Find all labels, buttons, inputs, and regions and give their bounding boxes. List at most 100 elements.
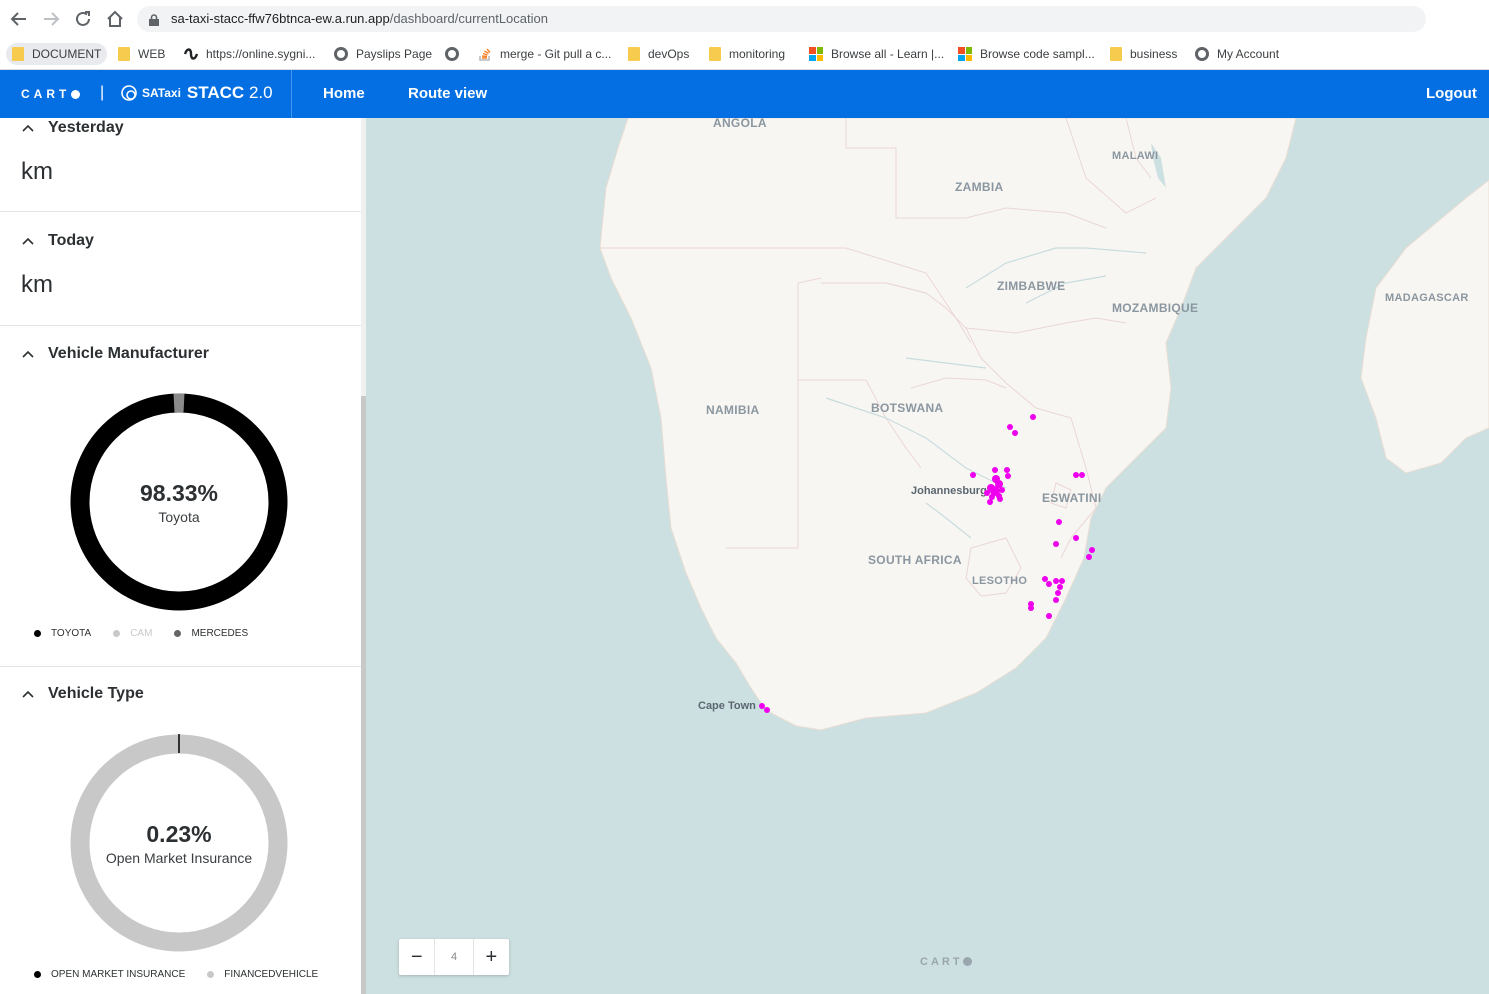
vehicle-type-donut-center: 0.23% Open Market Insurance bbox=[0, 821, 358, 866]
legend-item-toyota[interactable]: TOYOTA bbox=[34, 628, 91, 639]
vehicle-marker bbox=[1053, 597, 1059, 603]
sygnia-icon bbox=[183, 47, 199, 61]
vehicle-marker bbox=[1042, 576, 1048, 582]
yesterday-header[interactable]: Yesterday bbox=[22, 119, 124, 137]
vehicle-type-percentage: 0.23% bbox=[146, 821, 212, 847]
yesterday-value: km bbox=[21, 158, 53, 185]
folder-icon bbox=[628, 47, 640, 61]
yesterday-widget: Yesterday km bbox=[0, 118, 361, 212]
map-attribution-logo: CART bbox=[920, 956, 972, 968]
bookmark-document[interactable]: DOCUMENT bbox=[6, 43, 108, 65]
manufacturer-donut-center: 98.33% Toyota bbox=[0, 480, 358, 525]
bookmark-sygnia[interactable]: https://online.sygni... bbox=[183, 43, 315, 65]
legend-item-cam[interactable]: CAM bbox=[113, 628, 152, 639]
vehicle-marker bbox=[1005, 473, 1011, 479]
browser-toolbar: sa-taxi-stacc-ffw76btnca-ew.a.run.app/da… bbox=[0, 0, 1489, 37]
header-divider bbox=[291, 70, 292, 118]
bookmark-my-account[interactable]: My Account bbox=[1195, 43, 1279, 65]
vehicle-marker bbox=[1079, 472, 1085, 478]
vehicle-marker bbox=[992, 467, 998, 473]
vehicle-type-label: Open Market Insurance bbox=[105, 850, 253, 866]
nav-route-view[interactable]: Route view bbox=[408, 85, 487, 102]
globe-icon bbox=[334, 47, 348, 61]
logout-button[interactable]: Logout bbox=[1426, 85, 1477, 102]
bookmark-learn[interactable]: Browse all - Learn |... bbox=[809, 43, 944, 65]
vehicle-marker bbox=[1089, 547, 1095, 553]
vehicle-marker bbox=[1086, 554, 1092, 560]
vehicle-marker bbox=[1059, 578, 1065, 584]
folder-icon bbox=[12, 47, 24, 61]
chevron-up-icon[interactable] bbox=[22, 685, 34, 703]
microsoft-icon bbox=[958, 47, 972, 61]
vehicle-type-legend: OPEN MARKET INSURANCE FINANCEDVEHICLE bbox=[34, 969, 340, 980]
today-value: km bbox=[21, 271, 53, 298]
folder-icon bbox=[709, 47, 721, 61]
bookmark-devops[interactable]: devOps bbox=[628, 43, 689, 65]
map-view[interactable]: ANGOLA ZAMBIA MALAWI ZIMBABWE MOZAMBIQUE… bbox=[366, 118, 1489, 994]
today-widget: Today km bbox=[0, 212, 361, 326]
bookmark-business[interactable]: business bbox=[1110, 43, 1177, 65]
vehicle-marker bbox=[1055, 590, 1061, 596]
vehicle-marker bbox=[1012, 430, 1018, 436]
vehicle-marker bbox=[1046, 581, 1052, 587]
home-icon[interactable] bbox=[104, 8, 126, 30]
vehicle-marker bbox=[1030, 414, 1036, 420]
stackoverflow-icon bbox=[478, 47, 492, 61]
vehicle-marker bbox=[1004, 467, 1010, 473]
nav-home[interactable]: Home bbox=[323, 85, 365, 102]
globe-icon bbox=[445, 47, 459, 61]
carto-logo: CART bbox=[21, 87, 81, 101]
zoom-in-button[interactable]: + bbox=[474, 939, 509, 975]
vehicle-marker bbox=[1056, 519, 1062, 525]
legend-item-open-market-insurance[interactable]: OPEN MARKET INSURANCE bbox=[34, 969, 185, 980]
globe-icon bbox=[1195, 47, 1209, 61]
bookmark-globe[interactable] bbox=[445, 43, 467, 65]
vehicle-marker bbox=[1073, 535, 1079, 541]
back-arrow-icon[interactable] bbox=[8, 8, 30, 30]
zoom-level: 4 bbox=[434, 939, 474, 975]
bookmark-code-samples[interactable]: Browse code sampl... bbox=[958, 43, 1095, 65]
bookmark-monitoring[interactable]: monitoring bbox=[709, 43, 785, 65]
satax-logo: SATaxi STACC 2.0 bbox=[120, 83, 273, 103]
legend-item-financedvehicle[interactable]: FINANCEDVEHICLE bbox=[207, 969, 318, 980]
app-header: CART | SATaxi STACC 2.0 Home Route view … bbox=[0, 70, 1489, 118]
vehicle-marker bbox=[1073, 472, 1079, 478]
zoom-out-button[interactable]: − bbox=[399, 939, 434, 975]
manufacturer-percentage: 98.33% bbox=[139, 480, 218, 506]
vehicle-marker bbox=[970, 472, 976, 478]
vehicle-marker bbox=[997, 496, 1003, 502]
zoom-control: − 4 + bbox=[399, 939, 509, 975]
header-separator: | bbox=[100, 84, 105, 101]
vehicle-marker bbox=[1057, 584, 1063, 590]
legend-item-mercedes[interactable]: MERCEDES bbox=[174, 628, 248, 639]
lock-icon bbox=[149, 13, 159, 31]
folder-icon bbox=[1110, 47, 1122, 61]
bookmark-payslips[interactable]: Payslips Page bbox=[334, 43, 432, 65]
folder-icon bbox=[118, 47, 130, 61]
vehicle-marker bbox=[999, 487, 1005, 493]
url-text: sa-taxi-stacc-ffw76btnca-ew.a.run.app/da… bbox=[171, 11, 548, 26]
chevron-up-icon[interactable] bbox=[22, 119, 34, 137]
forward-arrow-icon[interactable] bbox=[40, 8, 62, 30]
vehicle-marker bbox=[1007, 424, 1013, 430]
vehicle-marker bbox=[1053, 578, 1059, 584]
vehicle-marker bbox=[1046, 613, 1052, 619]
vehicle-type-widget: Vehicle Type 0.23% Open Market Insurance… bbox=[0, 667, 361, 994]
vehicle-manufacturer-header[interactable]: Vehicle Manufacturer bbox=[22, 345, 209, 363]
sidebar: Yesterday km Today km Vehicle Manufactur… bbox=[0, 118, 361, 994]
vehicle-markers-layer bbox=[759, 414, 1095, 713]
vehicle-marker bbox=[1028, 605, 1034, 611]
vehicle-marker bbox=[984, 490, 990, 496]
address-bar[interactable]: sa-taxi-stacc-ffw76btnca-ew.a.run.app/da… bbox=[137, 6, 1426, 32]
vehicle-manufacturer-widget: Vehicle Manufacturer 98.33% Toyota TOYOT… bbox=[0, 326, 361, 667]
vehicle-marker bbox=[759, 703, 765, 709]
vehicle-type-header[interactable]: Vehicle Type bbox=[22, 685, 144, 703]
reload-icon[interactable] bbox=[72, 8, 94, 30]
vehicle-marker bbox=[764, 707, 770, 713]
chevron-up-icon[interactable] bbox=[22, 345, 34, 363]
today-header[interactable]: Today bbox=[22, 232, 94, 250]
chevron-up-icon[interactable] bbox=[22, 232, 34, 250]
bookmark-stackoverflow[interactable]: merge - Git pull a c... bbox=[478, 43, 611, 65]
manufacturer-legend: TOYOTA CAM MERCEDES bbox=[34, 628, 270, 639]
bookmark-web[interactable]: WEB bbox=[118, 43, 165, 65]
